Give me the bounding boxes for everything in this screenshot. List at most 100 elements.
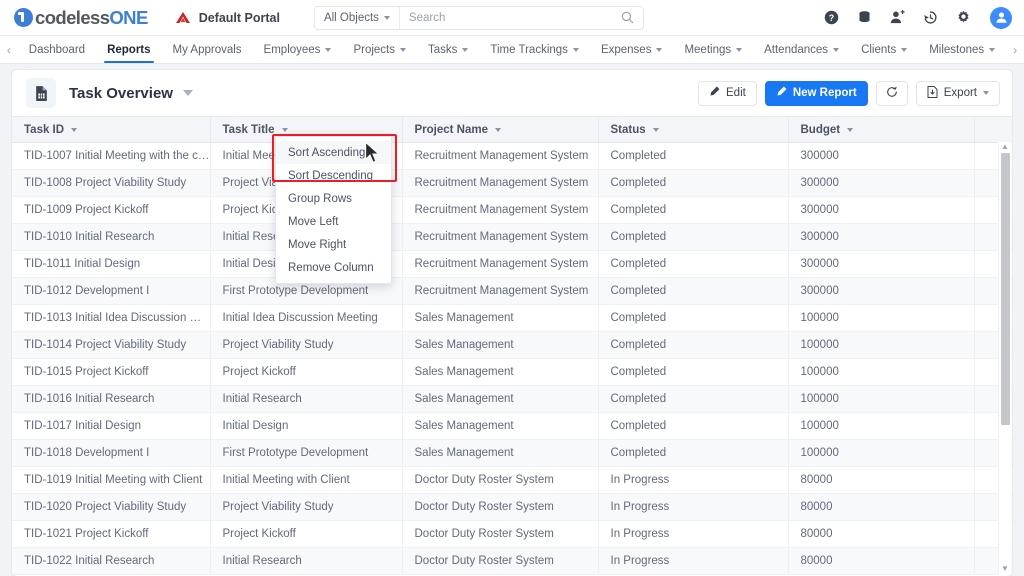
search-input[interactable] <box>399 11 621 24</box>
context-menu-item-move-right[interactable]: Move Right <box>276 233 391 256</box>
nav-item-label: Employees <box>263 43 321 56</box>
column-menu-chevron-down-icon[interactable] <box>652 127 659 132</box>
nav-item-reports[interactable]: Reports <box>96 36 161 63</box>
column-menu-chevron-down-icon[interactable] <box>281 127 288 132</box>
table-cell: TID-1017 Initial Design <box>12 412 211 440</box>
page-title: Task Overview <box>69 84 173 102</box>
table-row[interactable]: TID-1019 Initial Meeting with Client Init… <box>12 466 1012 494</box>
table-cell: 80000 <box>788 547 975 575</box>
table-row[interactable]: TID-1009 Project Kickoff Project Kickoff R… <box>12 196 1012 224</box>
context-menu-item-group-rows[interactable]: Group Rows <box>276 187 391 210</box>
export-button[interactable]: Export <box>915 80 1000 106</box>
column-header-task-id[interactable]: Task ID <box>12 116 211 143</box>
scrollbar-track[interactable] <box>1000 153 1010 564</box>
table-cell: 100000 <box>788 439 975 467</box>
table-cell: TID-1021 Project Kickoff <box>12 520 211 548</box>
table-cell: Initial Idea Discussion Meeting <box>210 304 403 332</box>
nav-item-dashboard[interactable]: Dashboard <box>18 36 96 63</box>
table-row[interactable]: TID-1013 Initial Idea Discussion Meet...… <box>12 304 1012 332</box>
context-menu-item-remove-column[interactable]: Remove Column <box>276 256 391 279</box>
nav-item-list: Dashboard Reports My Approvals Employees Pro… <box>18 36 1006 63</box>
report-selector-chevron-down-icon[interactable] <box>182 84 193 102</box>
edit-button[interactable]: Edit <box>698 80 757 106</box>
chevron-down-icon <box>399 47 406 52</box>
table-cell: Recruitment Management System <box>402 223 599 251</box>
table-row[interactable]: TID-1018 Development I First Prototype De… <box>12 439 1012 467</box>
column-menu-chevron-down-icon[interactable] <box>495 127 502 132</box>
table-cell: Sales Management <box>402 358 599 386</box>
user-avatar-icon[interactable] <box>990 6 1012 29</box>
column-header-label: Task Title <box>222 123 275 136</box>
scrollbar-thumb[interactable] <box>1000 153 1010 425</box>
nav-item-employees[interactable]: Employees <box>253 36 343 63</box>
app-logo[interactable]: codelessONE <box>14 7 148 29</box>
table-row[interactable]: TID-1016 Initial Research Initial Researc… <box>12 385 1012 413</box>
column-menu-chevron-down-icon[interactable] <box>71 127 78 132</box>
table-row[interactable]: TID-1021 Project Kickoff Project Kickoff D… <box>12 520 1012 548</box>
scroll-down-icon[interactable]: ▼ <box>1001 564 1009 575</box>
history-icon[interactable] <box>922 9 939 26</box>
table-row[interactable]: TID-1020 Project Viability Study Project … <box>12 493 1012 521</box>
refresh-icon <box>886 86 898 101</box>
chevron-down-icon <box>983 91 989 95</box>
nav-scroll-right-icon[interactable]: › <box>1006 36 1024 63</box>
table-cell: 300000 <box>788 223 975 251</box>
nav-item-projects[interactable]: Projects <box>342 36 417 63</box>
nav-item-label: My Approvals <box>172 43 242 56</box>
nav-item-label: Tasks <box>427 43 458 56</box>
nav-item-time-trackings[interactable]: Time Trackings <box>479 36 590 63</box>
object-filter-dropdown[interactable]: All Objects <box>315 6 400 29</box>
portal-selector[interactable]: Default Portal <box>174 11 280 25</box>
table-row[interactable]: TID-1007 Initial Meeting with the client… <box>12 142 1012 170</box>
context-menu-item-move-left[interactable]: Move Left <box>276 210 391 233</box>
table-vertical-scrollbar[interactable]: ▲ ▼ <box>998 142 1011 575</box>
table-cell: Doctor Duty Roster System <box>402 466 599 494</box>
table-row[interactable]: TID-1014 Project Viability Study Project … <box>12 331 1012 359</box>
nav-item-label: Time Trackings <box>490 43 568 56</box>
table-cell: Sales Management <box>402 331 599 359</box>
table-cell: TID-1020 Project Viability Study <box>12 493 211 521</box>
refresh-button[interactable] <box>875 80 908 106</box>
chevron-down-icon <box>656 47 663 52</box>
column-header-status[interactable]: Status <box>598 116 789 143</box>
table-cell: Initial Design <box>210 412 403 440</box>
export-button-label: Export <box>943 87 977 99</box>
column-header-budget[interactable]: Budget <box>788 116 975 143</box>
nav-item-attendances[interactable]: Attendances <box>753 36 850 63</box>
mouse-cursor-icon <box>364 140 381 170</box>
new-report-button[interactable]: New Report <box>764 80 868 106</box>
table-cell: 100000 <box>788 304 975 332</box>
table-cell: TID-1012 Development I <box>12 277 211 305</box>
table-cell: 100000 <box>788 412 975 440</box>
table-row[interactable]: TID-1010 Initial Research Initial Researc… <box>12 223 1012 251</box>
nav-item-tasks[interactable]: Tasks <box>417 36 479 63</box>
report-card: Task Overview Edit New Report Export Tas… <box>12 70 1012 576</box>
table-row[interactable]: TID-1017 Initial Design Initial Design Sal… <box>12 412 1012 440</box>
column-header-spacer[interactable] <box>974 116 1012 143</box>
table-row[interactable]: TID-1011 Initial Design Initial Design Rec… <box>12 250 1012 278</box>
search-icon[interactable] <box>621 11 634 24</box>
table-row[interactable]: TID-1015 Project Kickoff Project Kickoff S… <box>12 358 1012 386</box>
nav-item-expenses[interactable]: Expenses <box>590 36 674 63</box>
nav-scroll-left-icon[interactable]: ‹ <box>0 36 18 63</box>
table-row[interactable]: TID-1012 Development I First Prototype De… <box>12 277 1012 305</box>
report-toolbar: Task Overview Edit New Report Export <box>12 70 1012 116</box>
table-row[interactable]: TID-1008 Project Viability Study Project … <box>12 169 1012 197</box>
table-cell: TID-1011 Initial Design <box>12 250 211 278</box>
database-icon[interactable] <box>856 9 873 26</box>
table-cell: 300000 <box>788 142 975 170</box>
nav-item-my-approvals[interactable]: My Approvals <box>162 36 253 63</box>
column-menu-chevron-down-icon[interactable] <box>847 127 854 132</box>
table-cell: TID-1014 Project Viability Study <box>12 331 211 359</box>
help-icon[interactable]: ? <box>823 9 840 26</box>
nav-item-clients[interactable]: Clients <box>850 36 918 63</box>
nav-item-meetings[interactable]: Meetings <box>673 36 753 63</box>
column-header-project-name[interactable]: Project Name <box>402 116 599 143</box>
nav-item-milestones[interactable]: Milestones <box>918 36 1006 63</box>
table-row[interactable]: TID-1022 Initial Research Initial Researc… <box>12 547 1012 575</box>
table-cell: 300000 <box>788 169 975 197</box>
scroll-up-icon[interactable]: ▲ <box>1001 142 1009 153</box>
column-header-label: Task ID <box>24 123 65 136</box>
gear-icon[interactable] <box>955 9 972 26</box>
add-user-icon[interactable] <box>889 9 906 26</box>
